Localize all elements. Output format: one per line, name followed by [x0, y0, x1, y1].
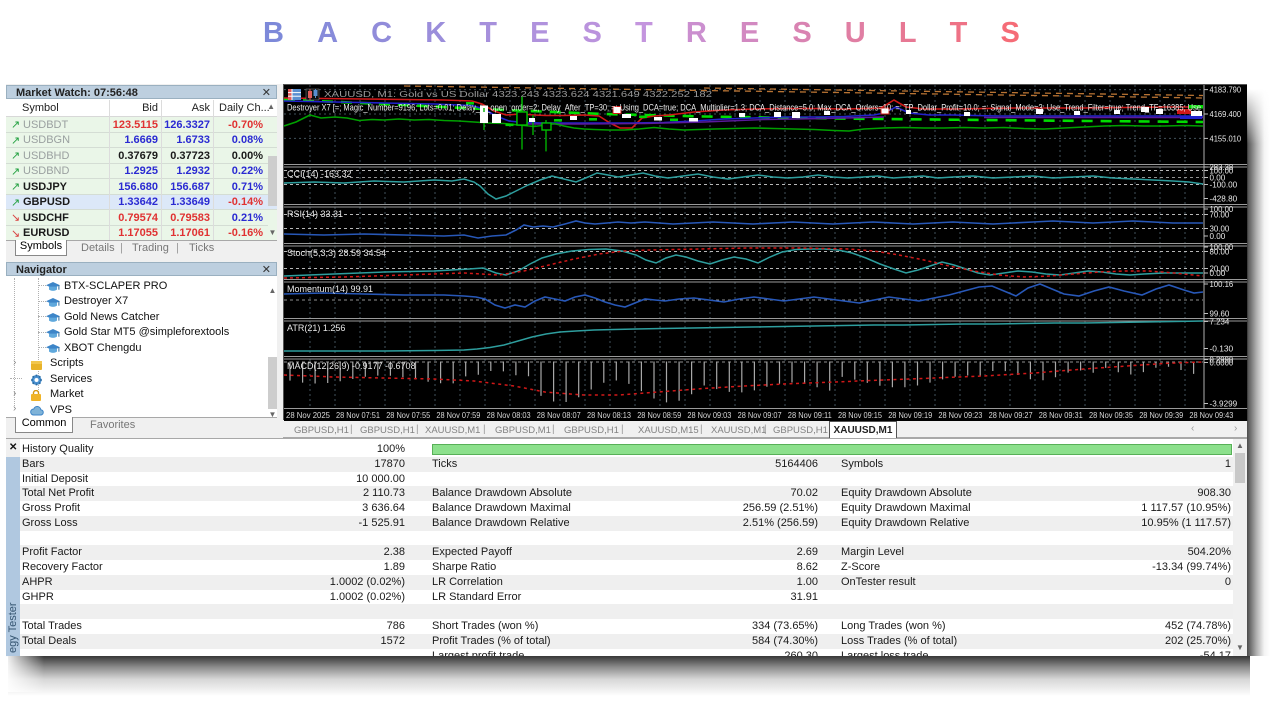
svg-text:-428.80: -428.80: [1210, 194, 1238, 204]
svg-text:28 Nov 09:23: 28 Nov 09:23: [938, 410, 982, 420]
svg-text:Stoch(5,3,3) 28.59 34.54: Stoch(5,3,3) 28.59 34.54: [287, 248, 386, 258]
svg-text:0.0000: 0.0000: [1210, 358, 1234, 368]
svg-text:-3.9299: -3.9299: [1210, 399, 1238, 409]
svg-text:28 Nov 09:03: 28 Nov 09:03: [687, 410, 731, 420]
svg-text:4169.400: 4169.400: [1210, 109, 1242, 119]
svg-text:4155.010: 4155.010: [1210, 133, 1242, 143]
svg-text:0.00: 0.00: [1210, 268, 1226, 278]
svg-text:28 Nov 09:11: 28 Nov 09:11: [788, 410, 832, 420]
svg-text:28 Nov 07:59: 28 Nov 07:59: [436, 410, 480, 420]
svg-text:80.00: 80.00: [1210, 247, 1230, 257]
svg-text:0.00: 0.00: [1210, 231, 1226, 241]
svg-text:28 Nov 08:03: 28 Nov 08:03: [487, 410, 531, 420]
svg-text:28 Nov 09:43: 28 Nov 09:43: [1189, 410, 1233, 420]
svg-text:Momentum(14) 99.91: Momentum(14) 99.91: [287, 284, 373, 294]
svg-text:28 Nov 08:59: 28 Nov 08:59: [637, 410, 681, 420]
svg-text:70.00: 70.00: [1210, 210, 1230, 220]
svg-text:28 Nov 09:07: 28 Nov 09:07: [738, 410, 782, 420]
svg-text:28 Nov 08:07: 28 Nov 08:07: [537, 410, 581, 420]
svg-text:-0.130: -0.130: [1210, 344, 1234, 354]
svg-text:MACD(12,26,9) -0.9177 -0.6708: MACD(12,26,9) -0.9177 -0.6708: [287, 361, 416, 371]
svg-text:28 Nov 09:39: 28 Nov 09:39: [1139, 410, 1183, 420]
svg-text:28 Nov 09:27: 28 Nov 09:27: [989, 410, 1033, 420]
svg-text:100.16: 100.16: [1210, 279, 1234, 289]
svg-text:RSI(14) 33.31: RSI(14) 33.31: [287, 209, 343, 219]
svg-text:28 Nov 09:15: 28 Nov 09:15: [838, 410, 882, 420]
svg-text:28 Nov 2025: 28 Nov 2025: [286, 410, 330, 420]
svg-text:XAUUSD, M1: Gold vs US Dollar: XAUUSD, M1: Gold vs US Dollar 4323.243 4…: [324, 89, 712, 99]
svg-text:ATR(21) 1.256: ATR(21) 1.256: [287, 323, 345, 333]
svg-text:7.234: 7.234: [1210, 317, 1230, 327]
svg-text:Destroyer X7 [=; Magic_Number=: Destroyer X7 [=; Magic_Number=9196; Lots…: [287, 103, 1201, 114]
svg-text:28 Nov 07:55: 28 Nov 07:55: [386, 410, 430, 420]
svg-text:28 Nov 09:19: 28 Nov 09:19: [888, 410, 932, 420]
svg-text:28 Nov 07:51: 28 Nov 07:51: [336, 410, 380, 420]
svg-text:4183.790: 4183.790: [1210, 85, 1242, 95]
svg-text:28 Nov 08:13: 28 Nov 08:13: [587, 410, 631, 420]
svg-text:-100.00: -100.00: [1210, 180, 1238, 190]
svg-text:28 Nov 09:35: 28 Nov 09:35: [1089, 410, 1133, 420]
svg-text:28 Nov 09:31: 28 Nov 09:31: [1039, 410, 1083, 420]
svg-text:CCI(14) -163.32: CCI(14) -163.32: [287, 169, 352, 179]
